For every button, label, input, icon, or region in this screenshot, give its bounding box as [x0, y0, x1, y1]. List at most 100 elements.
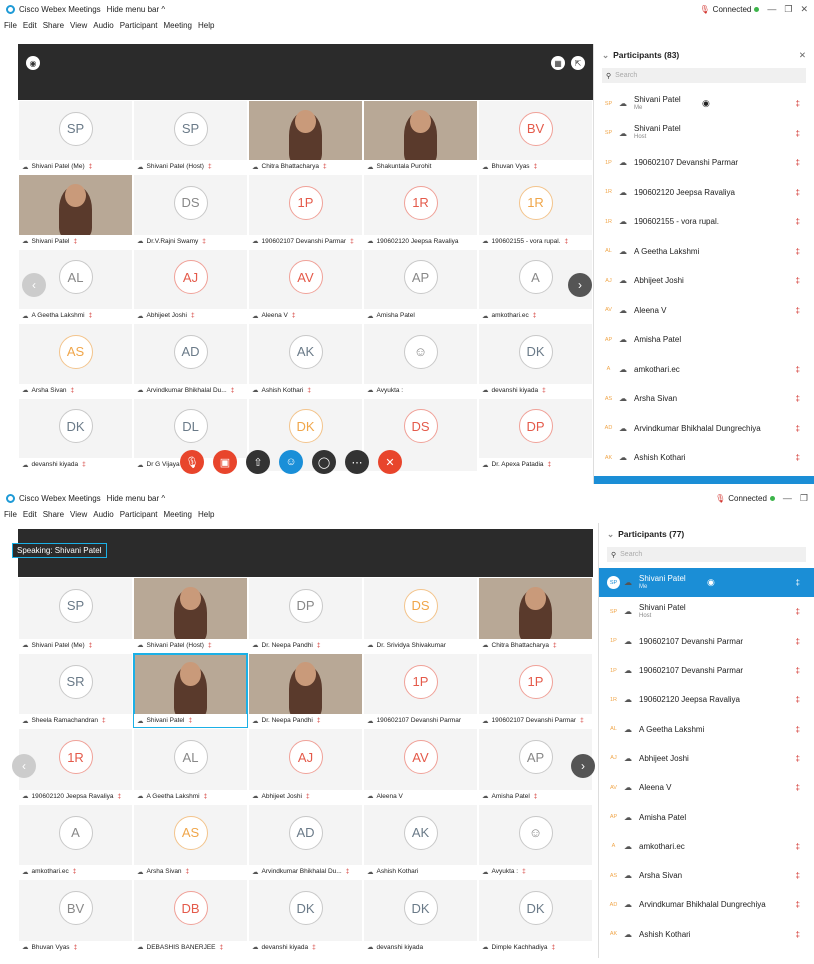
- mic-muted-icon[interactable]: ‡: [796, 695, 800, 704]
- chat-button[interactable]: ◯: [312, 450, 336, 474]
- participant-row[interactable]: AS ☁ Arsha Sivan ‡: [594, 384, 814, 414]
- leave-meeting-button[interactable]: ✕: [378, 450, 402, 474]
- next-page-button[interactable]: ›: [568, 273, 592, 297]
- previous-page-button[interactable]: ‹: [12, 754, 36, 778]
- video-tile[interactable]: 1R ☁ 190602120 Jeepsa Ravaliya: [363, 174, 478, 249]
- previous-page-button[interactable]: ‹: [22, 273, 46, 297]
- menu-view[interactable]: View: [70, 510, 87, 519]
- video-tile[interactable]: BV ☁ Bhuvan Vyas ‡: [478, 100, 593, 175]
- mic-muted-icon[interactable]: ‡: [796, 158, 800, 167]
- video-tile[interactable]: ☁ Dr. Neepa Pandhi ‡: [248, 652, 363, 729]
- video-tile[interactable]: DP ☁ Dr. Neepa Pandhi ‡: [248, 577, 363, 653]
- participant-row[interactable]: AV ☁ Aleena V ‡: [599, 773, 814, 802]
- collapse-icon[interactable]: ⌄: [602, 50, 609, 61]
- video-tile[interactable]: 1P ☁ 190602107 Devanshi Parmar ‡: [478, 652, 593, 729]
- fullscreen-icon[interactable]: ⇱: [571, 56, 585, 70]
- participant-row[interactable]: 1P ☁ 190602107 Devanshi Parmar ‡: [599, 656, 814, 685]
- video-tile[interactable]: BV ☁ Bhuvan Vyas ‡: [18, 879, 133, 955]
- video-tile[interactable]: DP ☁ Dr. Apexa Patadia ‡: [478, 397, 593, 472]
- menu-edit[interactable]: Edit: [23, 21, 37, 30]
- menu-meeting[interactable]: Meeting: [164, 510, 192, 519]
- video-tile[interactable]: AD ☁ Arvindkumar Bhikhalal Du... ‡: [133, 323, 248, 398]
- participant-row[interactable]: 1P ☁ 190602107 Devanshi Parmar ‡: [599, 627, 814, 656]
- menu-participant[interactable]: Participant: [120, 510, 158, 519]
- mic-muted-icon[interactable]: ‡: [796, 188, 800, 197]
- participant-row[interactable]: AP ☁ Amisha Patel: [594, 325, 814, 355]
- video-tile[interactable]: ☁ Shivani Patel ‡: [18, 174, 133, 249]
- menu-audio[interactable]: Audio: [93, 510, 113, 519]
- participant-row[interactable]: 1R ☁ 190602155 - vora rupal. ‡: [594, 207, 814, 237]
- mic-muted-icon[interactable]: ‡: [796, 99, 800, 108]
- mic-muted-icon[interactable]: ‡: [796, 217, 800, 226]
- participant-row[interactable]: AL ☁ A Geetha Lakshmi ‡: [594, 237, 814, 267]
- video-tile[interactable]: ☁ Chitra Bhattacharya ‡: [248, 100, 363, 175]
- participant-row[interactable]: AK ☁ Ashish Kothari ‡: [594, 443, 814, 473]
- mic-muted-icon[interactable]: ‡: [796, 276, 800, 285]
- mic-muted-icon[interactable]: ‡: [796, 607, 800, 616]
- menu-help[interactable]: Help: [198, 21, 214, 30]
- video-tile[interactable]: SP ☁ Shivani Patel (Me) ‡: [18, 100, 133, 175]
- video-tile[interactable]: AP ☁ Amisha Patel: [363, 248, 478, 324]
- video-tile[interactable]: ☁ Shivani Patel ‡: [133, 652, 248, 729]
- mic-muted-icon[interactable]: ‡: [796, 394, 800, 403]
- video-tile[interactable]: AS ☁ Arsha Sivan ‡: [133, 803, 248, 880]
- video-tile[interactable]: AL ☁ A Geetha Lakshmi ‡: [133, 728, 248, 804]
- video-tile[interactable]: AK ☁ Ashish Kothari ‡: [248, 323, 363, 398]
- video-tile[interactable]: A ☁ amkothari.ec ‡: [18, 803, 133, 880]
- participant-row[interactable]: AV ☁ Aleena V ‡: [594, 296, 814, 326]
- menu-edit[interactable]: Edit: [23, 510, 37, 519]
- participant-row[interactable]: AP ☁ Amisha Patel: [599, 802, 814, 831]
- mic-muted-icon[interactable]: ‡: [796, 900, 800, 909]
- video-tile[interactable]: ☺ ☁ Avyukta : ‡: [478, 803, 593, 880]
- video-tile[interactable]: SP ☁ Shivani Patel (Me) ‡: [18, 577, 133, 653]
- participant-row[interactable]: 1R ☁ 190602120 Jeepsa Ravaliya ‡: [594, 178, 814, 208]
- menu-help[interactable]: Help: [198, 510, 214, 519]
- video-tile[interactable]: ☁ Chitra Bhattacharya ‡: [478, 577, 593, 653]
- participant-row[interactable]: SP ☁ Shivani Patel Me ◉ ‡: [594, 89, 814, 119]
- menu-participant[interactable]: Participant: [120, 21, 158, 30]
- video-tile[interactable]: AD ☁ Arvindkumar Bhikhalal Du... ‡: [248, 803, 363, 880]
- participant-row[interactable]: AJ ☁ Abhijeet Joshi ‡: [594, 266, 814, 296]
- mic-muted-icon[interactable]: ‡: [796, 424, 800, 433]
- participant-row[interactable]: 1R ☁ 190602120 Jeepsa Ravaliya ‡: [599, 685, 814, 714]
- mute-button[interactable]: 🎙: [180, 450, 204, 474]
- video-tile[interactable]: 1R ☁ 190602155 - vora rupal. ‡: [478, 174, 593, 249]
- video-tile[interactable]: DK ☁ Dimple Kachhadiya ‡: [478, 879, 593, 955]
- minimize-icon[interactable]: —: [767, 4, 776, 14]
- connection-status[interactable]: 🎙 Connected: [715, 494, 775, 503]
- video-tile[interactable]: SP ☁ Shivani Patel (Host) ‡: [133, 100, 248, 175]
- participant-row[interactable]: SP ☁ Shivani Patel Host ‡: [599, 597, 814, 626]
- menu-file[interactable]: File: [4, 21, 17, 30]
- collapse-icon[interactable]: ⌄: [607, 529, 614, 540]
- participant-row[interactable]: A ☁ amkothari.ec ‡: [599, 832, 814, 861]
- layout-icon[interactable]: ◉: [26, 56, 40, 70]
- mic-muted-icon[interactable]: ‡: [796, 754, 800, 763]
- grid-view-icon[interactable]: ▦: [551, 56, 565, 70]
- participant-search-input[interactable]: ⚲ Search: [602, 68, 806, 83]
- hide-menu-bar-button[interactable]: Hide menu bar ^: [107, 5, 165, 14]
- menu-audio[interactable]: Audio: [93, 21, 113, 30]
- video-tile[interactable]: AV ☁ Aleena V: [363, 728, 478, 804]
- mic-muted-icon[interactable]: ‡: [796, 453, 800, 462]
- connection-status[interactable]: 🎙 Connected: [700, 5, 760, 14]
- mic-muted-icon[interactable]: ‡: [796, 666, 800, 675]
- video-tile[interactable]: ☁ Shivani Patel (Host) ‡: [133, 577, 248, 653]
- mic-muted-icon[interactable]: ‡: [796, 783, 800, 792]
- participant-row[interactable]: AK ☁ Ashish Kothari ‡: [599, 920, 814, 949]
- menu-share[interactable]: Share: [43, 21, 64, 30]
- participant-row[interactable]: AL ☁ A Geetha Lakshmi ‡: [599, 714, 814, 743]
- menu-file[interactable]: File: [4, 510, 17, 519]
- restore-icon[interactable]: ❐: [784, 4, 792, 15]
- video-tile[interactable]: DS ☁ Dr. Srividya Shivakumar: [363, 577, 478, 653]
- mic-muted-icon[interactable]: ‡: [796, 365, 800, 374]
- close-icon[interactable]: ✕: [800, 4, 808, 15]
- participant-row[interactable]: AJ ☁ Abhijeet Joshi ‡: [599, 744, 814, 773]
- participant-row[interactable]: SP ☁ Shivani Patel Me ◉ ‡: [599, 568, 814, 598]
- mic-muted-icon[interactable]: ‡: [796, 842, 800, 851]
- video-tile[interactable]: DK ☁ devanshi kiyada ‡: [248, 879, 363, 955]
- mic-muted-icon[interactable]: ‡: [796, 871, 800, 880]
- video-tile[interactable]: AK ☁ Ashish Kothari: [363, 803, 478, 880]
- participant-row[interactable]: A ☁ amkothari.ec ‡: [594, 355, 814, 385]
- video-tile[interactable]: DK ☁ devanshi kiyada ‡: [478, 323, 593, 398]
- close-panel-icon[interactable]: ✕: [799, 50, 806, 61]
